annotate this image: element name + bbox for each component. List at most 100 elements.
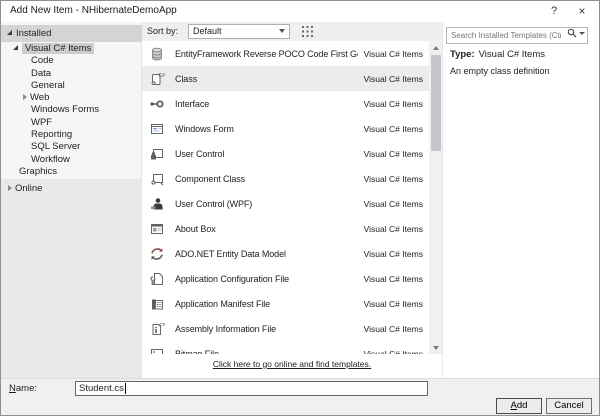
sidebar-section-installed[interactable]: Installed — [1, 25, 142, 42]
template-type: Visual C# Items — [363, 298, 423, 309]
template-name: EntityFramework Reverse POCO Code First … — [175, 48, 358, 59]
template-row[interactable]: About Box Visual C# Items — [142, 216, 429, 241]
tree-item-label: Workflow — [31, 153, 70, 165]
template-description: An empty class definition — [450, 66, 550, 76]
template-row[interactable]: Application Configuration File Visual C#… — [142, 266, 429, 291]
svg-text:C#: C# — [160, 322, 166, 327]
tree-item-label: Reporting — [31, 129, 73, 141]
tree-item-general[interactable]: General — [1, 80, 142, 92]
title-bar: Add New Item - NHibernateDemoApp ? × — [1, 1, 599, 22]
help-button[interactable]: ? — [541, 1, 567, 21]
tree-item-label: Graphics — [19, 165, 58, 177]
template-row[interactable]: Application Manifest File Visual C# Item… — [142, 291, 429, 316]
tree-item-reporting[interactable]: Reporting — [1, 129, 142, 141]
template-type: Visual C# Items — [363, 148, 423, 159]
template-name: Application Configuration File — [175, 273, 290, 284]
close-button[interactable]: × — [569, 1, 595, 21]
text-cursor — [124, 383, 126, 394]
scrollbar-thumb[interactable] — [430, 55, 441, 151]
sort-by-value: Default — [193, 26, 222, 36]
tree-item-web[interactable]: Web — [1, 92, 142, 104]
tree-item-code[interactable]: Code — [1, 55, 142, 67]
expanded-arrow-icon — [7, 30, 12, 35]
entity-data-model-icon — [149, 246, 165, 262]
template-type: Visual C# Items — [363, 273, 423, 284]
template-name: Windows Form — [175, 123, 234, 134]
class-icon: C# — [149, 71, 165, 87]
template-row[interactable]: ADO.NET Entity Data Model Visual C# Item… — [142, 241, 429, 266]
interface-icon — [149, 96, 165, 112]
dialog-title: Add New Item - NHibernateDemoApp — [10, 5, 177, 16]
template-row[interactable]: User Control (WPF) Visual C# Items — [142, 191, 429, 216]
add-button[interactable]: Add — [496, 398, 542, 414]
tree-item-sql-server[interactable]: SQL Server — [1, 141, 142, 153]
template-name: Component Class — [175, 173, 246, 184]
template-type: Visual C# Items — [363, 173, 423, 184]
template-type: Visual C# Items — [363, 73, 423, 84]
tree-item-visual-csharp-items[interactable]: Visual C# Items — [1, 43, 142, 55]
cancel-button[interactable]: Cancel — [546, 398, 592, 414]
template-row[interactable]: EntityFramework Reverse POCO Code First … — [142, 41, 429, 66]
template-name: Assembly Information File — [175, 323, 277, 334]
sidebar-section-online[interactable]: Online — [1, 182, 142, 196]
list-scrollbar[interactable] — [429, 41, 442, 354]
template-row[interactable]: Component Class Visual C# Items — [142, 166, 429, 191]
list-toolbar: Sort by: Default — [142, 22, 599, 354]
chevron-down-icon[interactable] — [579, 31, 585, 35]
template-row[interactable]: Bitmap File Visual C# Items — [142, 341, 429, 354]
template-row[interactable]: User Control Visual C# Items — [142, 141, 429, 166]
go-online-link[interactable]: Click here to go online and find templat… — [213, 359, 371, 369]
database-icon — [149, 46, 165, 62]
tree-item-label: SQL Server — [31, 141, 81, 153]
template-name: About Box — [175, 223, 216, 234]
component-class-icon — [149, 171, 165, 187]
tree-item-wpf[interactable]: WPF — [1, 117, 142, 129]
sort-by-label: Sort by: — [147, 26, 179, 36]
tree-item-windows-forms[interactable]: Windows Forms — [1, 104, 142, 116]
tree-item-label: General — [31, 79, 65, 91]
scroll-down-icon[interactable] — [429, 341, 442, 354]
svg-text:C#: C# — [159, 72, 166, 78]
scroll-up-icon[interactable] — [429, 41, 442, 54]
template-type: Visual C# Items — [363, 98, 423, 109]
tree-item-label: Web — [30, 92, 50, 104]
tree-item-label: Windows Forms — [31, 104, 100, 116]
add-new-item-dialog: Add New Item - NHibernateDemoApp ? × Ins… — [0, 0, 600, 416]
template-row[interactable]: Interface Visual C# Items — [142, 91, 429, 116]
tree-item-label: WPF — [31, 116, 53, 128]
installed-label: Installed — [16, 28, 52, 39]
tree-item-data[interactable]: Data — [1, 68, 142, 80]
name-input[interactable]: Student.cs — [75, 381, 428, 396]
search-glyphs — [567, 28, 585, 38]
template-type-line: Type: Visual C# Items — [450, 49, 545, 60]
footer-bar: Name: Student.cs Add Cancel — [1, 378, 599, 415]
template-row[interactable]: C# Assembly Information File Visual C# I… — [142, 316, 429, 341]
name-value: Student.cs — [79, 383, 124, 394]
small-icons-view-button[interactable] — [299, 23, 316, 40]
template-name: User Control — [175, 148, 225, 159]
tree-item-label: Data — [31, 67, 52, 79]
sidebar-lower-panel — [1, 179, 141, 378]
search-icon — [567, 28, 577, 38]
bitmap-icon — [149, 346, 165, 354]
template-name: Interface — [175, 98, 210, 109]
collapsed-arrow-icon — [8, 185, 12, 191]
online-link-row: Click here to go online and find templat… — [142, 354, 442, 371]
about-box-icon — [149, 221, 165, 237]
template-row[interactable]: Windows Form Visual C# Items — [142, 116, 429, 141]
assembly-info-icon: C# — [149, 321, 166, 337]
template-type: Visual C# Items — [363, 198, 423, 209]
type-label: Type: — [450, 49, 475, 60]
app-config-icon — [149, 271, 165, 287]
small-icons-view-icon — [302, 26, 313, 37]
wpf-user-control-icon — [149, 196, 165, 212]
tree-item-workflow[interactable]: Workflow — [1, 154, 142, 166]
tree-item-label: Visual C# Items — [22, 43, 95, 54]
template-type: Visual C# Items — [363, 48, 423, 59]
template-row-selected[interactable]: C# Class Visual C# Items — [142, 66, 429, 91]
name-label: Name: — [9, 383, 37, 394]
template-type: Visual C# Items — [363, 248, 423, 259]
sort-by-dropdown[interactable]: Default — [188, 24, 290, 39]
template-name: Class — [175, 73, 198, 84]
tree-item-graphics[interactable]: Graphics — [1, 166, 142, 178]
